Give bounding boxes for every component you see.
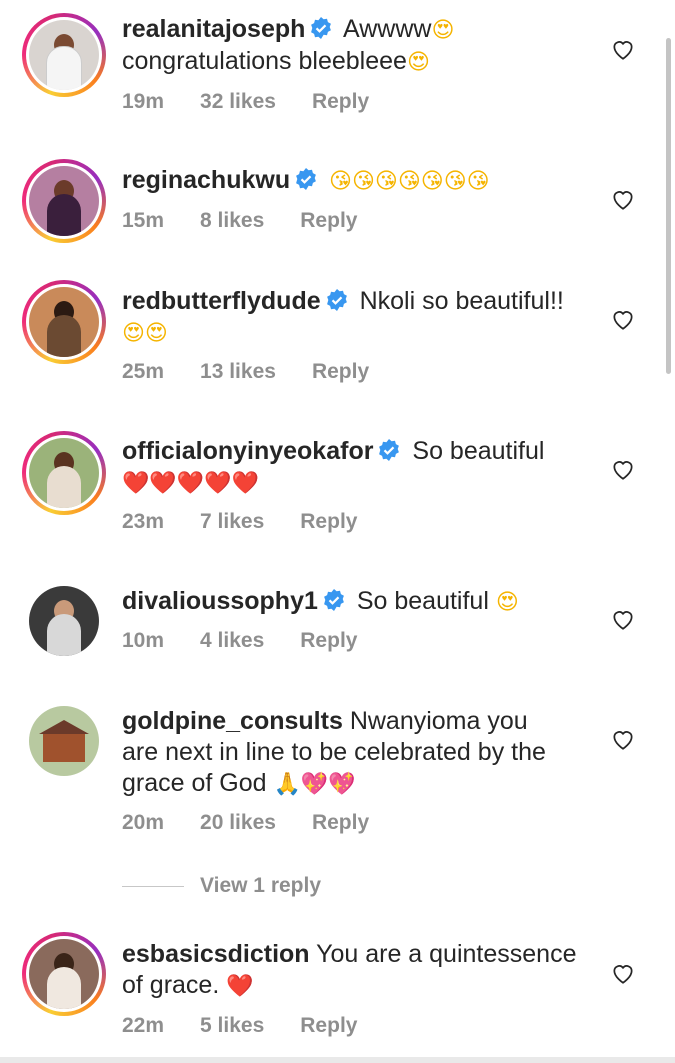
comment-time: 20m [122, 811, 165, 834]
comment-text: You are a quintessence [316, 940, 577, 968]
reply-button[interactable]: Reply [312, 811, 369, 834]
avatar[interactable] [22, 431, 106, 515]
view-replies-label: View 1 reply [200, 874, 322, 897]
avatar[interactable] [22, 159, 106, 243]
avatar[interactable] [29, 586, 99, 656]
pray-heart-emoji-row: 🙏💖💖 [273, 772, 356, 797]
heart-outline-icon[interactable] [610, 726, 636, 752]
avatar[interactable] [22, 280, 106, 364]
comment-likes[interactable]: 7 likes [200, 510, 264, 533]
heart-eyes-emoji: 😍 [495, 590, 519, 615]
comment-likes[interactable]: 4 likes [200, 629, 264, 652]
comment-time: 25m [122, 360, 165, 383]
heart-outline-icon[interactable] [610, 606, 636, 632]
comment-time: 23m [122, 510, 165, 533]
avatar[interactable] [22, 13, 106, 97]
verified-badge-icon [323, 589, 344, 611]
avatar[interactable] [22, 932, 106, 1016]
verified-badge-icon [379, 439, 400, 461]
comment-likes[interactable]: 32 likes [200, 90, 276, 113]
heart-eyes-emoji: 😍 [431, 18, 455, 43]
verified-badge-icon [326, 289, 347, 311]
comment-text: Awwww [342, 15, 432, 43]
comment-time: 15m [122, 209, 165, 232]
comment-text: So beautiful [356, 587, 489, 615]
red-heart-emoji-row: ❤️❤️❤️❤️❤️ [122, 471, 259, 496]
comment-text: Nkoli so beautiful!! [359, 287, 564, 315]
kiss-emoji-row: 😘😘😘😘😘😘😘 [329, 169, 490, 194]
comment-likes[interactable]: 20 likes [200, 811, 276, 834]
comment-username[interactable]: goldpine_consults [122, 707, 343, 735]
comment-text: Nwanyioma you [349, 707, 528, 735]
heart-outline-icon[interactable] [610, 306, 636, 332]
comment-likes[interactable]: 8 likes [200, 209, 264, 232]
comment-time: 19m [122, 90, 165, 113]
verified-badge-icon [311, 17, 332, 39]
bottom-divider [0, 1057, 675, 1063]
heart-outline-icon[interactable] [610, 186, 636, 212]
comment-text: So beautiful [412, 437, 545, 465]
comment-text-line2: congratulations bleebleee [122, 47, 407, 75]
red-heart-emoji: ❤️ [226, 974, 254, 999]
comment-text-line3: grace of God [122, 769, 267, 797]
comment-likes[interactable]: 5 likes [200, 1014, 264, 1037]
reply-button[interactable]: Reply [300, 629, 357, 652]
reply-button[interactable]: Reply [312, 90, 369, 113]
reply-button[interactable]: Reply [300, 1014, 357, 1037]
comment-username[interactable]: redbutterflydude [122, 287, 321, 315]
verified-badge-icon [296, 168, 316, 190]
view-replies-button[interactable]: View 1 reply [122, 874, 321, 898]
comment-username[interactable]: reginachukwu [122, 166, 290, 194]
scrollbar[interactable] [666, 38, 671, 374]
avatar[interactable] [29, 706, 99, 776]
comment-username[interactable]: esbasicsdiction [122, 940, 310, 968]
comment-time: 22m [122, 1014, 165, 1037]
comment-username[interactable]: realanitajoseph [122, 15, 305, 43]
heart-outline-icon[interactable] [610, 456, 636, 482]
reply-button[interactable]: Reply [300, 510, 357, 533]
reply-button[interactable]: Reply [300, 209, 357, 232]
comment-time: 10m [122, 629, 165, 652]
reply-button[interactable]: Reply [312, 360, 369, 383]
heart-outline-icon[interactable] [610, 36, 636, 62]
comment-text-line2: of grace. [122, 971, 220, 999]
comment-username[interactable]: divalioussophy1 [122, 587, 318, 615]
heart-eyes-emoji: 😍 [406, 50, 430, 75]
comment-username[interactable]: officialonyinyeokafor [122, 437, 373, 465]
heart-eyes-emoji-row: 😍😍 [122, 321, 168, 346]
divider [122, 885, 184, 887]
heart-outline-icon[interactable] [610, 960, 636, 986]
comment-likes[interactable]: 13 likes [200, 360, 276, 383]
comment-text-line2: are next in line to be celebrated by the [122, 738, 546, 766]
